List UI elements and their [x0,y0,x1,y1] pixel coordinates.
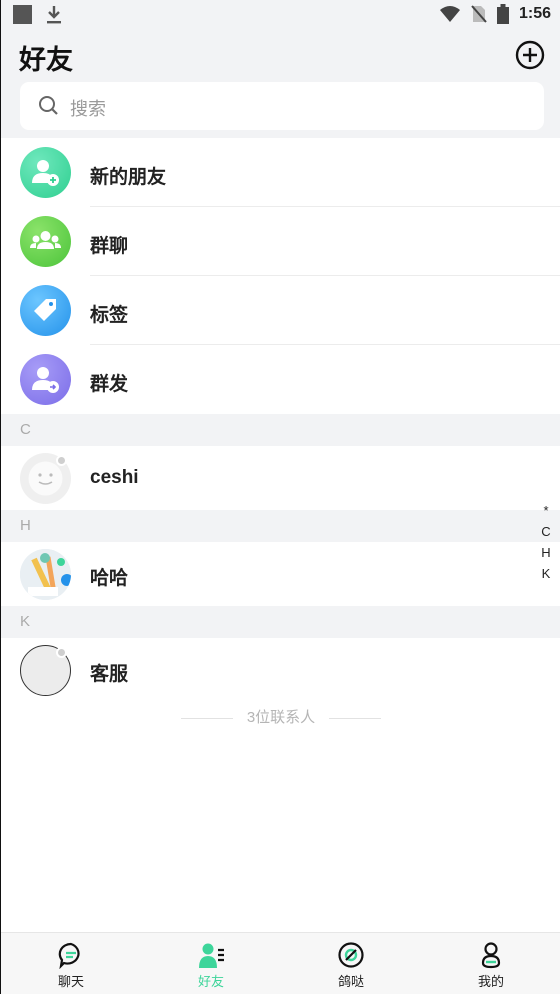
menu-item-label: 群聊 [90,236,129,257]
profile-icon [481,942,501,969]
menu-item-label: 新的朋友 [90,167,167,188]
header: 好友 搜索 [1,30,560,138]
tab-profile[interactable]: 我的 [421,933,560,994]
tag-icon [20,285,71,336]
status-bar: 1:56 [1,0,560,30]
alphabet-index[interactable]: * C H K [540,500,552,584]
wifi-icon [439,6,460,22]
avatar [20,549,71,600]
tab-discover[interactable]: 鸽哒 [281,933,421,994]
tab-bar: 聊天 好友 鸽哒 我的 [1,932,560,994]
index-letter[interactable]: C [540,521,552,542]
section-header: K [1,606,560,638]
add-icon[interactable] [515,40,545,70]
divider [329,717,382,719]
section-header: H [1,510,560,542]
index-letter[interactable]: H [540,542,552,563]
search-placeholder: 搜索 [70,99,106,119]
search-input[interactable]: 搜索 [20,82,544,130]
status-dot [56,455,67,466]
tab-label: 聊天 [57,974,84,989]
contact-name: ceshi [90,467,139,488]
contact-item[interactable]: 哈哈 [1,542,560,606]
page-title: 好友 [19,45,73,75]
contact-item[interactable]: 客服 [1,638,560,702]
friends-list: 新的朋友 群聊 标签 群发 C ceshi H 哈哈 K 客服 [1,138,560,702]
chat-icon [58,942,80,969]
menu-item-label: 群发 [90,374,129,395]
tab-label: 鸽哒 [337,974,364,989]
menu-item-broadcast[interactable]: 群发 [1,345,560,414]
tab-label: 好友 [197,974,224,989]
tab-label: 我的 [477,974,504,989]
contact-count: 3位联系人 [1,706,560,728]
contact-name: 哈哈 [90,568,129,589]
contact-count-text: 3位联系人 [246,709,316,726]
discover-icon [338,942,364,968]
menu-item-tags[interactable]: 标签 [1,276,560,345]
menu-item-new-friends[interactable]: 新的朋友 [1,138,560,207]
broadcast-icon [20,354,71,405]
add-friend-icon [20,147,71,198]
index-letter[interactable]: * [540,500,552,521]
group-chat-icon [20,216,71,267]
notification-icon [13,5,32,24]
status-dot [56,647,67,658]
download-icon [47,6,61,24]
tab-chat[interactable]: 聊天 [1,933,141,994]
section-header: C [1,414,560,446]
contact-name: 客服 [90,664,129,685]
search-icon [39,96,58,115]
menu-item-label: 标签 [90,305,129,326]
divider [180,717,233,719]
tab-friends[interactable]: 好友 [141,933,281,994]
menu-item-group-chat[interactable]: 群聊 [1,207,560,276]
index-letter[interactable]: K [540,563,552,584]
no-sim-icon [471,5,487,23]
status-time: 1:56 [518,5,551,22]
contact-item[interactable]: ceshi [1,446,560,510]
friends-icon [199,943,224,968]
battery-icon [496,4,509,24]
